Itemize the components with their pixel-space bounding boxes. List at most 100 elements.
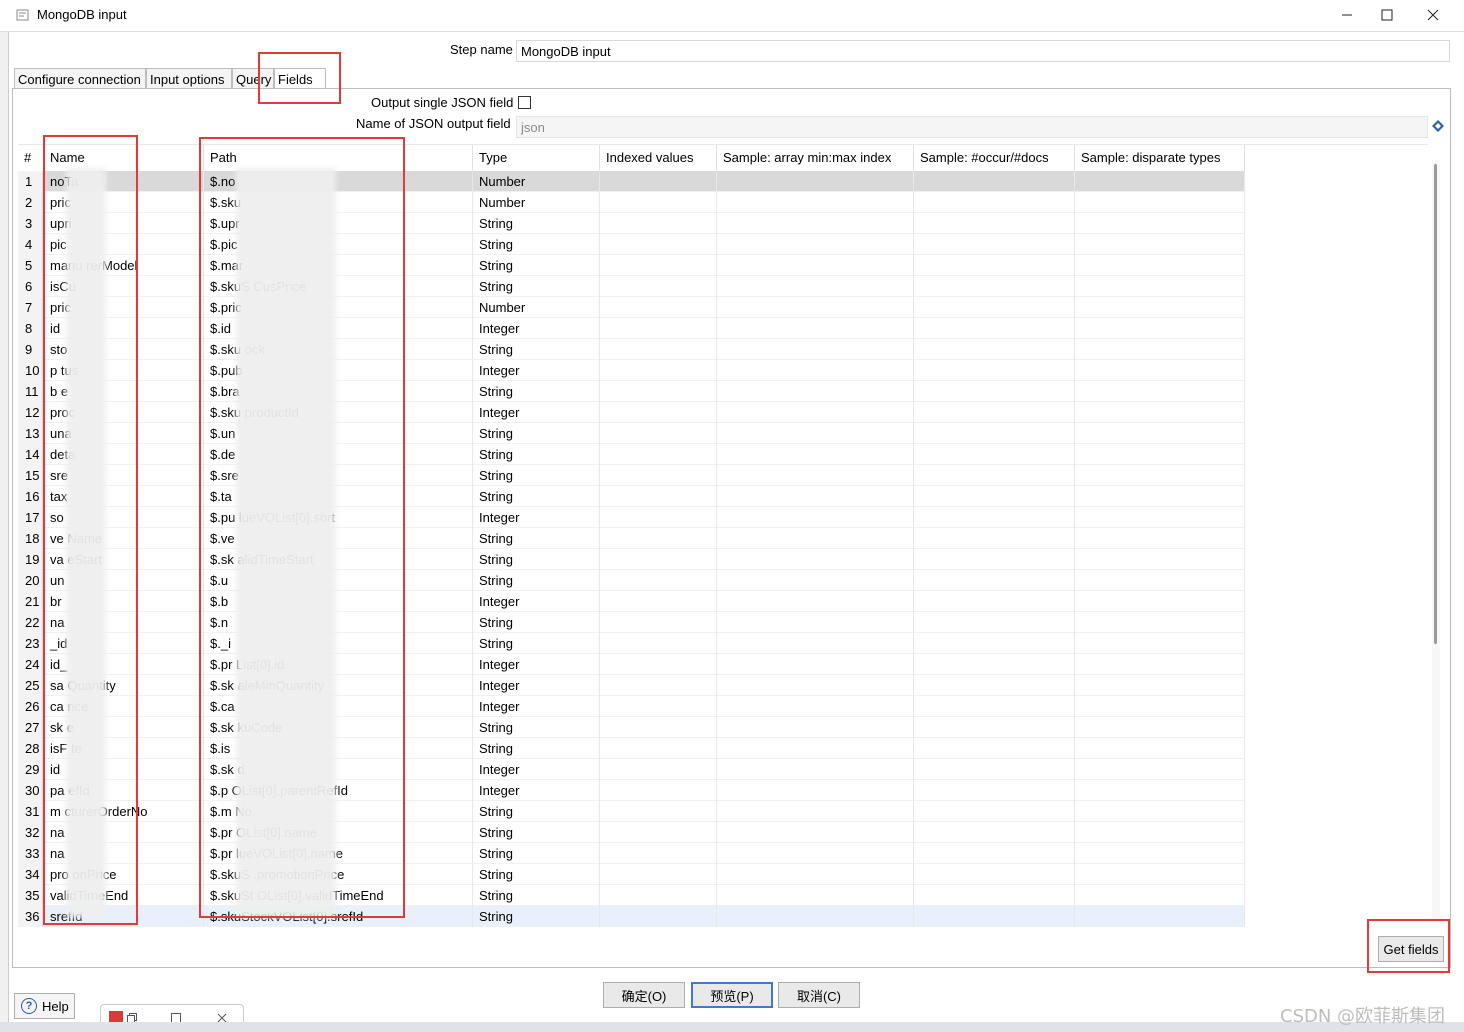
cell-disparate-types[interactable] [1075,843,1245,864]
cell-indexed-values[interactable] [600,654,717,675]
cell-indexed-values[interactable] [600,591,717,612]
cell-array-index[interactable] [717,759,914,780]
preview-button[interactable]: 预览(P) [691,982,773,1008]
cell-occur-docs[interactable] [914,381,1075,402]
cell-indexed-values[interactable] [600,864,717,885]
cell-occur-docs[interactable] [914,780,1075,801]
cell-indexed-values[interactable] [600,549,717,570]
cell-disparate-types[interactable] [1075,654,1245,675]
variable-diamond-icon[interactable] [1432,120,1444,132]
get-fields-button[interactable]: Get fields [1378,936,1444,962]
cell-array-index[interactable] [717,465,914,486]
table-scrollbar-thumb[interactable] [1434,164,1437,644]
cell-disparate-types[interactable] [1075,507,1245,528]
cell-array-index[interactable] [717,528,914,549]
cell-array-index[interactable] [717,717,914,738]
cell-occur-docs[interactable] [914,339,1075,360]
cell-occur-docs[interactable] [914,822,1075,843]
cell-occur-docs[interactable] [914,906,1075,927]
cell-indexed-values[interactable] [600,402,717,423]
cell-disparate-types[interactable] [1075,234,1245,255]
cell-disparate-types[interactable] [1075,423,1245,444]
cell-array-index[interactable] [717,633,914,654]
cell-type[interactable]: String [473,738,600,759]
column-header-array-index[interactable]: Sample: array min:max index [717,145,914,171]
cell-occur-docs[interactable] [914,234,1075,255]
cell-array-index[interactable] [717,570,914,591]
json-output-name-field[interactable]: json [516,116,1428,138]
cell-type[interactable]: String [473,276,600,297]
cell-disparate-types[interactable] [1075,633,1245,654]
cell-array-index[interactable] [717,843,914,864]
column-header-indexed-values[interactable]: Indexed values [600,145,717,171]
cell-indexed-values[interactable] [600,192,717,213]
cell-array-index[interactable] [717,864,914,885]
cell-type[interactable]: String [473,843,600,864]
cell-indexed-values[interactable] [600,234,717,255]
cell-array-index[interactable] [717,507,914,528]
cell-type[interactable]: Integer [473,591,600,612]
cell-disparate-types[interactable] [1075,213,1245,234]
cell-occur-docs[interactable] [914,570,1075,591]
cell-disparate-types[interactable] [1075,486,1245,507]
cell-disparate-types[interactable] [1075,675,1245,696]
cell-occur-docs[interactable] [914,843,1075,864]
column-header-type[interactable]: Type [473,145,600,171]
cancel-button[interactable]: 取消(C) [778,982,860,1008]
cell-type[interactable]: String [473,906,600,927]
cell-occur-docs[interactable] [914,612,1075,633]
cell-type[interactable]: Number [473,192,600,213]
cell-array-index[interactable] [717,654,914,675]
cell-disparate-types[interactable] [1075,402,1245,423]
cell-type[interactable]: String [473,234,600,255]
cell-occur-docs[interactable] [914,213,1075,234]
cell-indexed-values[interactable] [600,843,717,864]
cell-array-index[interactable] [717,486,914,507]
cell-type[interactable]: String [473,864,600,885]
cell-array-index[interactable] [717,885,914,906]
cell-disparate-types[interactable] [1075,255,1245,276]
close-button[interactable] [1410,0,1456,30]
cell-array-index[interactable] [717,822,914,843]
cell-type[interactable]: Integer [473,759,600,780]
cell-array-index[interactable] [717,591,914,612]
cell-indexed-values[interactable] [600,255,717,276]
cell-disparate-types[interactable] [1075,570,1245,591]
cell-array-index[interactable] [717,549,914,570]
cell-type[interactable]: String [473,717,600,738]
cell-disparate-types[interactable] [1075,192,1245,213]
cell-type[interactable]: String [473,528,600,549]
cell-array-index[interactable] [717,675,914,696]
cell-occur-docs[interactable] [914,276,1075,297]
cell-array-index[interactable] [717,402,914,423]
cell-disparate-types[interactable] [1075,276,1245,297]
cell-occur-docs[interactable] [914,633,1075,654]
cell-type[interactable]: String [473,822,600,843]
cell-disparate-types[interactable] [1075,444,1245,465]
cell-indexed-values[interactable] [600,759,717,780]
cell-indexed-values[interactable] [600,528,717,549]
cell-disparate-types[interactable] [1075,801,1245,822]
cell-occur-docs[interactable] [914,696,1075,717]
cell-occur-docs[interactable] [914,801,1075,822]
cell-indexed-values[interactable] [600,717,717,738]
cell-occur-docs[interactable] [914,297,1075,318]
cell-disparate-types[interactable] [1075,381,1245,402]
cell-type[interactable]: Integer [473,402,600,423]
cell-array-index[interactable] [717,780,914,801]
cell-indexed-values[interactable] [600,822,717,843]
cell-type[interactable]: String [473,444,600,465]
tab-configure-connection[interactable]: Configure connection [14,68,146,90]
cell-type[interactable]: String [473,381,600,402]
cell-occur-docs[interactable] [914,738,1075,759]
cell-indexed-values[interactable] [600,507,717,528]
cell-indexed-values[interactable] [600,360,717,381]
cell-type[interactable]: String [473,339,600,360]
cell-array-index[interactable] [717,612,914,633]
cell-type[interactable]: String [473,885,600,906]
cell-indexed-values[interactable] [600,339,717,360]
cell-disparate-types[interactable] [1075,780,1245,801]
cell-occur-docs[interactable] [914,255,1075,276]
cell-indexed-values[interactable] [600,171,717,192]
cell-type[interactable]: String [473,801,600,822]
